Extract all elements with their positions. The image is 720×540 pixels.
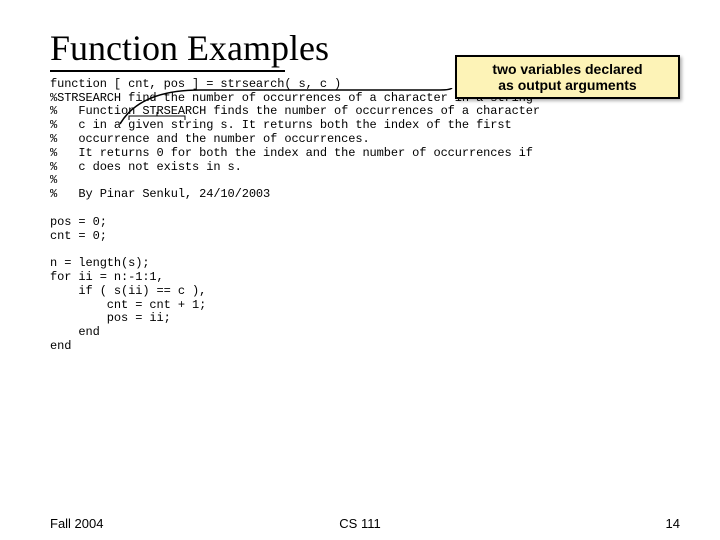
footer-center: CS 111 xyxy=(0,516,720,531)
code-line: for ii = n:-1:1, xyxy=(50,270,164,284)
callout-line1: two variables declared xyxy=(463,61,672,77)
code-line: end xyxy=(50,339,71,353)
title-underline xyxy=(50,70,285,72)
footer-page-number: 14 xyxy=(666,516,680,531)
code-line: end xyxy=(50,325,100,339)
code-line: cnt = 0; xyxy=(50,229,107,243)
code-line: % Function STRSEARCH finds the number of… xyxy=(50,104,540,118)
code-line: n = length(s); xyxy=(50,256,149,270)
code-line: cnt = cnt + 1; xyxy=(50,298,206,312)
code-block: function [ cnt, pos ] = strsearch( s, c … xyxy=(50,78,680,354)
callout-annotation: two variables declared as output argumen… xyxy=(455,55,680,99)
code-line: pos = ii; xyxy=(50,311,171,325)
code-line: pos = 0; xyxy=(50,215,107,229)
code-line: % By Pinar Senkul, 24/10/2003 xyxy=(50,187,270,201)
code-line: % c does not exists in s. xyxy=(50,160,242,174)
code-line: % c in a given string s. It returns both… xyxy=(50,118,512,132)
code-line: % occurrence and the number of occurrenc… xyxy=(50,132,370,146)
code-line: function [ cnt, pos ] = strsearch( s, c … xyxy=(50,77,341,91)
code-line: % xyxy=(50,173,57,187)
code-line: if ( s(ii) == c ), xyxy=(50,284,206,298)
callout-line2: as output arguments xyxy=(463,77,672,93)
code-line: % It returns 0 for both the index and th… xyxy=(50,146,533,160)
